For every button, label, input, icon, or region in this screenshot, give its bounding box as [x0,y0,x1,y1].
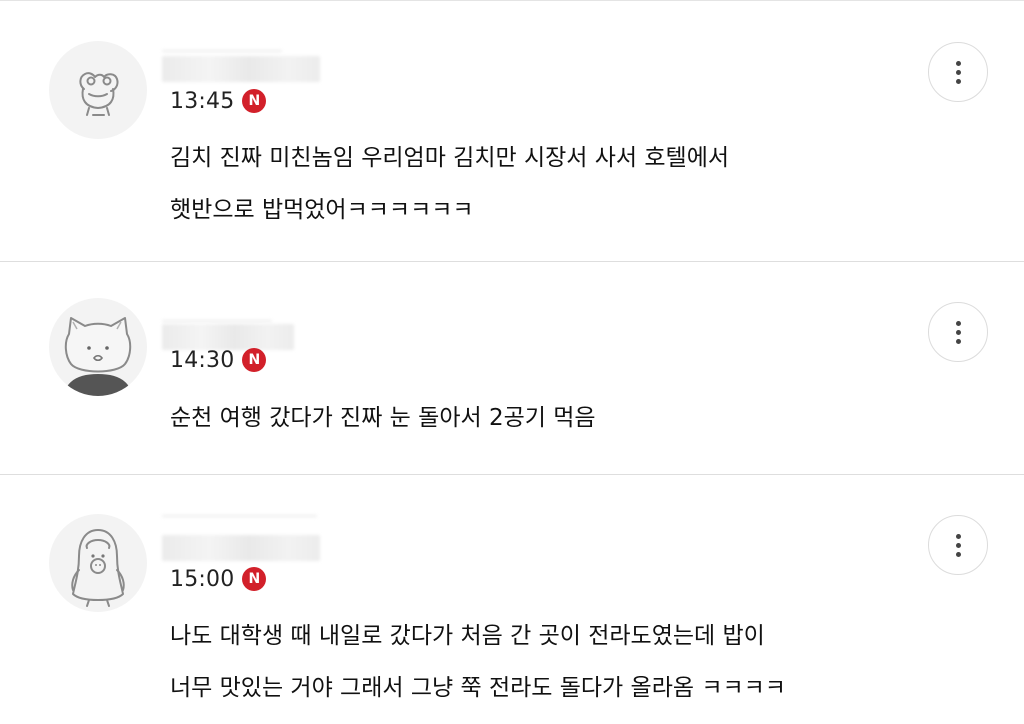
timestamp-row: 15:00 N [170,564,267,594]
more-dot-icon [955,78,961,84]
comment-line: 나도 대학생 때 내일로 갔다가 처음 간 곳이 전라도였는데 밥이 [170,623,765,649]
more-dot-icon [955,60,961,66]
comment-line: 김치 진짜 미친놈임 우리엄마 김치만 시장서 사서 호텔에서 [170,145,730,171]
frog-face-icon [79,72,119,116]
more-options-button[interactable] [928,42,988,102]
comment-item: 15:00 N 나도 대학생 때 내일로 갔다가 처음 간 곳이 전라도였는데 … [0,475,1024,724]
more-options-button[interactable] [928,302,988,362]
avatar[interactable] [49,514,147,612]
more-dot-icon [955,338,961,344]
comment-body: 나도 대학생 때 내일로 갔다가 처음 간 곳이 전라도였는데 밥이 너무 맛있… [170,610,786,714]
comment-body: 순천 여행 갔다가 진짜 눈 돌아서 2공기 먹음 [170,392,596,444]
more-dot-icon [955,69,961,75]
more-options-button[interactable] [928,515,988,575]
avatar[interactable] [49,298,147,396]
comment-line: 너무 맛있는 거야 그래서 그냥 쭉 전라도 돌다가 올라옴 ㅋㅋㅋㅋ [170,675,786,701]
timestamp-row: 14:30 N [170,345,267,375]
more-dot-icon [955,329,961,335]
comment-item: 13:45 N 김치 진짜 미친놈임 우리엄마 김치만 시장서 사서 호텔에서 … [0,0,1024,262]
cat-face-icon [63,317,133,396]
more-dot-icon [955,551,961,557]
new-badge: N [242,348,267,372]
new-badge: N [242,89,267,113]
comment-line: 순천 여행 갔다가 진짜 눈 돌아서 2공기 먹음 [170,405,596,431]
avatar[interactable] [49,41,147,139]
comment-time: 14:30 [170,347,235,373]
comment-item: 14:30 N 순천 여행 갔다가 진짜 눈 돌아서 2공기 먹음 [0,262,1024,474]
more-dot-icon [955,533,961,539]
username-redacted [162,56,320,82]
username-redacted [162,50,282,52]
username-redacted [162,320,272,322]
more-dot-icon [955,542,961,548]
username-redacted [162,535,320,561]
comment-time: 15:00 [170,566,235,592]
more-dot-icon [955,320,961,326]
timestamp-row: 13:45 N [170,86,267,116]
comment-time: 13:45 [170,88,235,114]
new-badge: N [242,567,267,591]
penguin-icon [71,529,125,607]
comment-line: 햇반으로 밥먹었어ㅋㅋㅋㅋㅋㅋ [170,197,474,223]
comment-body: 김치 진짜 미친놈임 우리엄마 김치만 시장서 사서 호텔에서 햇반으로 밥먹었… [170,132,729,236]
username-redacted [162,515,317,517]
